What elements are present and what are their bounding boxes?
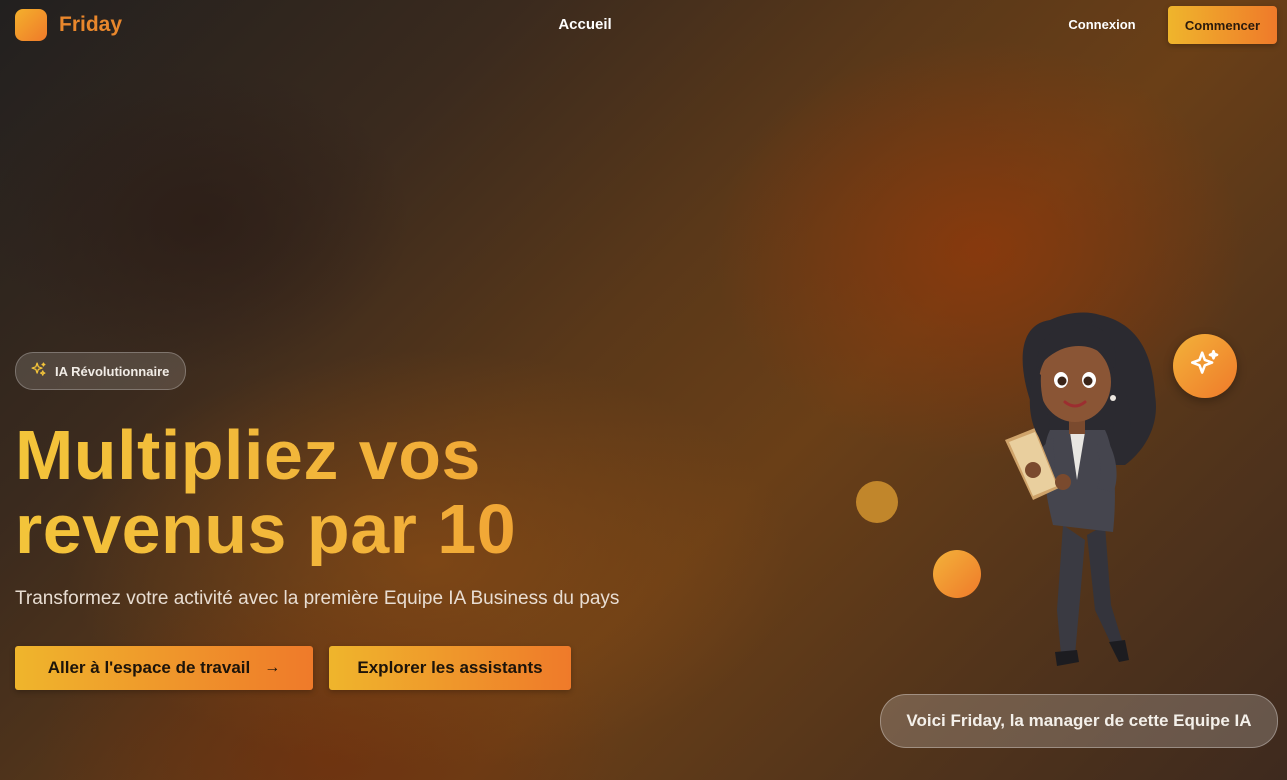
decorative-dot bbox=[933, 550, 981, 598]
logo-icon[interactable] bbox=[15, 9, 47, 41]
arrow-right-icon: → bbox=[264, 659, 281, 676]
brand-name[interactable]: Friday bbox=[59, 13, 122, 37]
sparkles-icon bbox=[1188, 347, 1222, 386]
sparkle-badge bbox=[1173, 334, 1237, 398]
friday-avatar bbox=[1005, 312, 1156, 666]
explore-button-label: Explorer les assistants bbox=[357, 658, 543, 677]
hero-badge: IA Révolutionnaire bbox=[15, 352, 187, 390]
workspace-button-label: Aller à l'espace de travail bbox=[47, 658, 251, 677]
hero-headline: Multipliez vos revenus par 10 bbox=[15, 418, 635, 566]
sparkles-icon bbox=[30, 361, 47, 381]
nav-link-accueil[interactable]: Accueil bbox=[540, 16, 630, 33]
explore-assistants-button[interactable]: Explorer les assistants bbox=[329, 646, 571, 690]
headline-line-1: Multipliez vos bbox=[15, 416, 481, 494]
headline-line-2: revenus par 10 bbox=[15, 490, 517, 568]
badge-label: IA Révolutionnaire bbox=[55, 363, 170, 379]
start-button[interactable]: Commencer bbox=[1168, 6, 1277, 44]
workspace-button[interactable]: Aller à l'espace de travail → bbox=[15, 646, 313, 690]
login-link[interactable]: Connexion bbox=[1060, 17, 1144, 32]
friday-caption: Voici Friday, la manager de cette Equipe… bbox=[880, 694, 1278, 748]
decorative-dot bbox=[856, 481, 898, 523]
hero-subtitle: Transformez votre activité avec la premi… bbox=[15, 588, 620, 609]
top-nav: Friday Accueil Connexion Commencer bbox=[0, 0, 1287, 52]
